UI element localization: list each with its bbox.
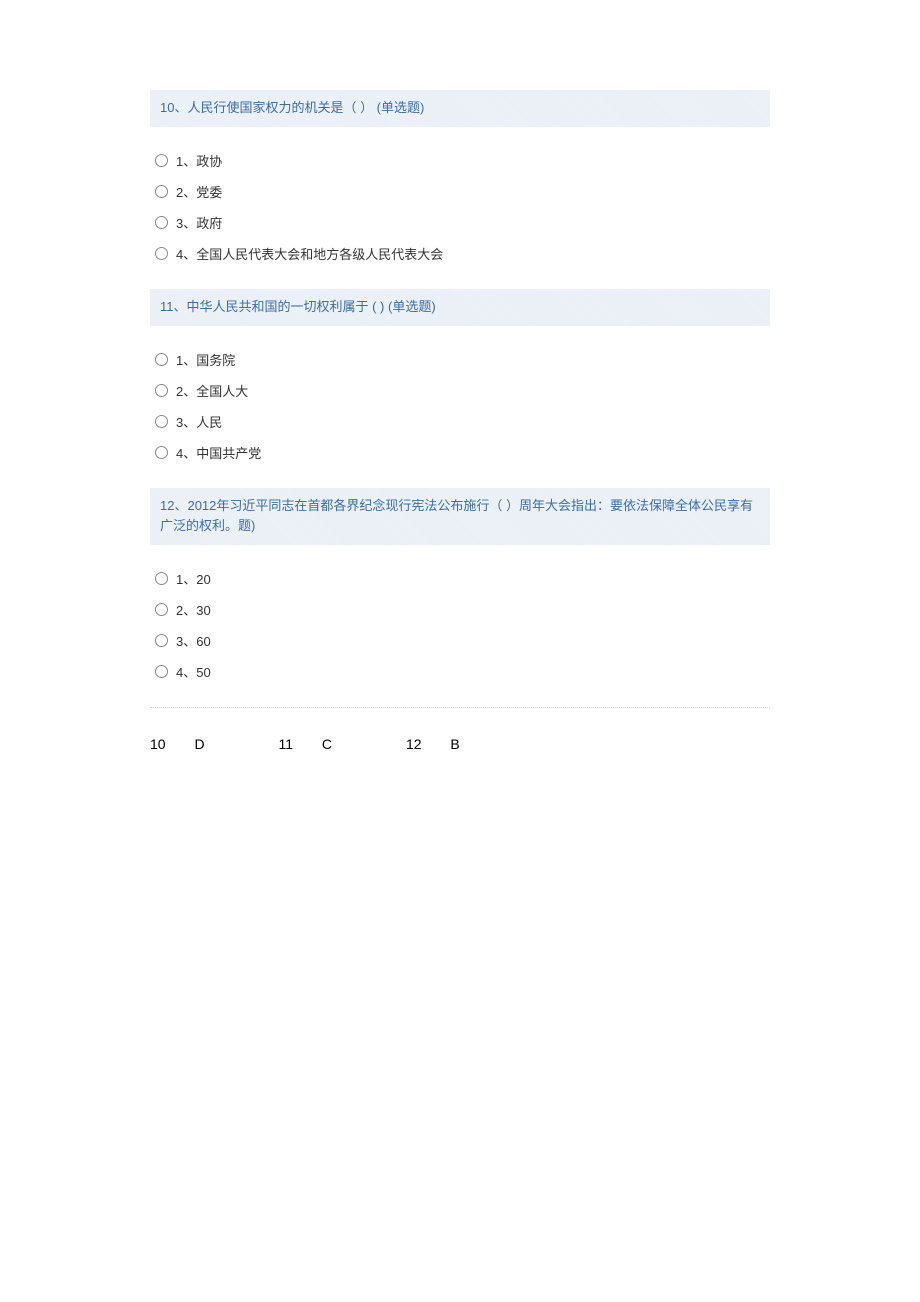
answers-row: 10 D 11 C 12 B (150, 726, 770, 762)
answer-letter: D (194, 736, 204, 752)
option-label: 1、政协 (176, 151, 222, 170)
option-item[interactable]: 4、全国人民代表大会和地方各级人民代表大会 (155, 238, 770, 269)
option-label: 2、党委 (176, 182, 222, 201)
answer-pair: 10 D (150, 736, 205, 752)
option-item[interactable]: 4、中国共产党 (155, 437, 770, 468)
radio-icon[interactable] (155, 415, 168, 428)
radio-icon[interactable] (155, 384, 168, 397)
radio-icon[interactable] (155, 216, 168, 229)
radio-icon[interactable] (155, 353, 168, 366)
answer-number: 11 (278, 736, 293, 752)
option-item[interactable]: 2、全国人大 (155, 375, 770, 406)
option-item[interactable]: 3、人民 (155, 406, 770, 437)
radio-icon[interactable] (155, 634, 168, 647)
question-options-10: 1、政协 2、党委 3、政府 4、全国人民代表大会和地方各级人民代表大会 (150, 145, 770, 269)
divider (150, 707, 770, 708)
option-label: 3、人民 (176, 412, 222, 431)
question-options-11: 1、国务院 2、全国人大 3、人民 4、中国共产党 (150, 344, 770, 468)
option-label: 3、60 (176, 631, 211, 650)
option-label: 4、全国人民代表大会和地方各级人民代表大会 (176, 244, 443, 263)
option-label: 2、全国人大 (176, 381, 248, 400)
radio-icon[interactable] (155, 247, 168, 260)
radio-icon[interactable] (155, 154, 168, 167)
option-item[interactable]: 1、国务院 (155, 344, 770, 375)
option-label: 3、政府 (176, 213, 222, 232)
option-item[interactable]: 2、30 (155, 594, 770, 625)
radio-icon[interactable] (155, 603, 168, 616)
option-item[interactable]: 4、50 (155, 656, 770, 687)
option-label: 4、中国共产党 (176, 443, 261, 462)
radio-icon[interactable] (155, 446, 168, 459)
option-item[interactable]: 1、20 (155, 563, 770, 594)
radio-icon[interactable] (155, 185, 168, 198)
radio-icon[interactable] (155, 572, 168, 585)
option-label: 4、50 (176, 662, 211, 681)
option-item[interactable]: 1、政协 (155, 145, 770, 176)
question-options-12: 1、20 2、30 3、60 4、50 (150, 563, 770, 687)
option-label: 2、30 (176, 600, 211, 619)
answer-letter: C (322, 736, 332, 752)
answer-pair: 11 C (278, 736, 332, 752)
option-label: 1、20 (176, 569, 211, 588)
answer-number: 12 (406, 736, 422, 752)
option-item[interactable]: 3、60 (155, 625, 770, 656)
radio-icon[interactable] (155, 665, 168, 678)
answer-letter: B (450, 736, 459, 752)
answer-number: 10 (150, 736, 166, 752)
option-item[interactable]: 3、政府 (155, 207, 770, 238)
question-header-12: 12、2012年习近平同志在首都各界纪念现行宪法公布施行（ ）周年大会指出：要依… (150, 488, 770, 546)
answer-pair: 12 B (406, 736, 460, 752)
question-header-10: 10、人民行使国家权力的机关是（ ） (单选题) (150, 90, 770, 127)
option-item[interactable]: 2、党委 (155, 176, 770, 207)
option-label: 1、国务院 (176, 350, 235, 369)
question-header-11: 11、中华人民共和国的一切权利属于 ( ) (单选题) (150, 289, 770, 326)
